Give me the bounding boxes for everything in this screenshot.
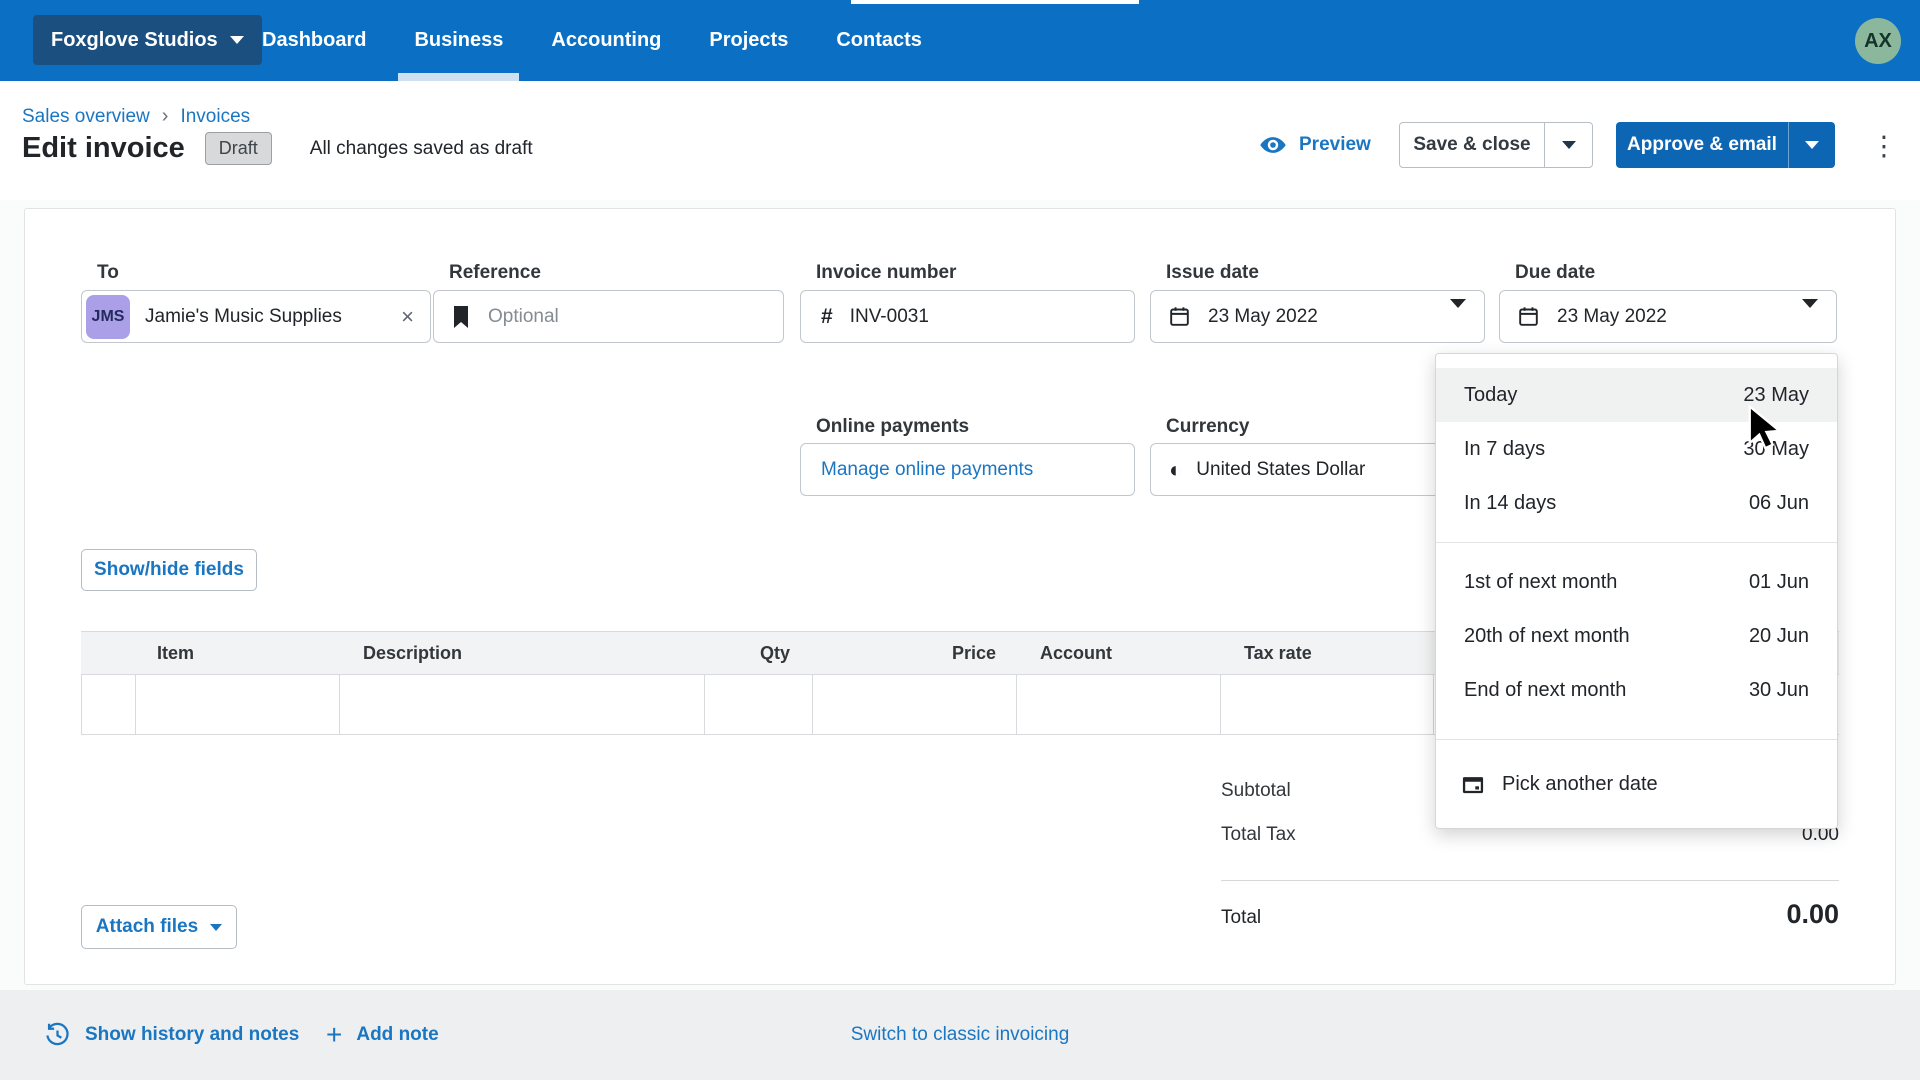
more-options-button[interactable]: ⋮ — [1866, 126, 1902, 166]
eye-icon — [1259, 131, 1287, 159]
remove-contact-button[interactable]: × — [401, 304, 414, 330]
xero-edit-invoice-screen: Foxglove Studios Dashboard Business Acco… — [0, 0, 1920, 1080]
currency-label: Currency — [1166, 416, 1249, 438]
invoice-number-field[interactable]: # INV-0031 — [800, 290, 1135, 343]
issue-date-label: Issue date — [1166, 262, 1259, 284]
mouse-cursor — [1746, 405, 1788, 451]
nav-tabs: Dashboard Business Accounting Projects C… — [262, 0, 922, 81]
chevron-down-icon — [210, 924, 222, 931]
save-close-dropdown-toggle[interactable] — [1544, 123, 1592, 167]
total-value: 0.00 — [1786, 899, 1839, 930]
menu-item-in-14-days[interactable]: In 14 days06 Jun — [1436, 476, 1837, 530]
switch-to-classic-link[interactable]: Switch to classic invoicing — [851, 1024, 1070, 1046]
nav-tab-accounting[interactable]: Accounting — [551, 0, 661, 81]
totals-divider — [1221, 880, 1839, 881]
switch-classic-wrap: Switch to classic invoicing — [0, 990, 1920, 1080]
reference-field[interactable]: Optional — [433, 290, 784, 343]
menu-divider — [1436, 542, 1837, 543]
contact-name: Jamie's Music Supplies — [145, 306, 401, 328]
header-actions: Preview Save & close Approve & email ⋮ — [0, 122, 1920, 168]
account-column-header: Account — [1016, 643, 1220, 664]
nav-tab-dashboard[interactable]: Dashboard — [262, 0, 366, 81]
hash-icon: # — [821, 305, 833, 329]
reference-label: Reference — [449, 262, 541, 284]
chevron-down-icon — [1450, 299, 1466, 325]
org-switcher-button[interactable]: Foxglove Studios — [33, 15, 262, 65]
currency-value: United States Dollar — [1196, 459, 1365, 481]
chevron-down-icon — [230, 36, 244, 44]
due-date-dropdown-toggle[interactable] — [1802, 308, 1818, 326]
top-nav: Foxglove Studios Dashboard Business Acco… — [0, 0, 1920, 81]
nav-tab-projects[interactable]: Projects — [709, 0, 788, 81]
chevron-down-icon — [1562, 141, 1576, 149]
item-cell[interactable] — [136, 675, 340, 734]
approve-email-button[interactable]: Approve & email — [1616, 122, 1788, 168]
subtotal-label: Subtotal — [1221, 780, 1291, 801]
due-date-value: 23 May 2022 — [1557, 306, 1667, 328]
row-drag-handle-cell[interactable] — [82, 675, 136, 734]
calendar-icon — [1518, 306, 1539, 327]
to-field[interactable]: JMS Jamie's Music Supplies × — [81, 290, 431, 343]
save-close-button[interactable]: Save & close — [1400, 123, 1544, 167]
qty-cell[interactable] — [705, 675, 813, 734]
approve-email-dropdown-toggle[interactable] — [1788, 122, 1835, 168]
to-label: To — [97, 262, 119, 284]
approve-email-split-button: Approve & email — [1616, 122, 1835, 168]
menu-item-pick-another-date[interactable]: Pick another date — [1436, 754, 1837, 814]
menu-item-20th-next-month[interactable]: 20th of next month20 Jun — [1436, 609, 1837, 663]
calendar-icon — [1462, 773, 1484, 795]
kebab-icon: ⋮ — [1871, 131, 1898, 162]
online-payments-label: Online payments — [816, 416, 969, 438]
manage-online-payments-link[interactable]: Manage online payments — [821, 459, 1033, 481]
issue-date-value: 23 May 2022 — [1208, 306, 1318, 328]
invoice-number-value: INV-0031 — [850, 306, 929, 328]
menu-divider — [1436, 739, 1837, 740]
due-date-field[interactable]: 23 May 2022 — [1499, 290, 1837, 343]
issue-date-field[interactable]: 23 May 2022 — [1150, 290, 1485, 343]
menu-item-1st-next-month[interactable]: 1st of next month01 Jun — [1436, 555, 1837, 609]
tax-rate-column-header: Tax rate — [1220, 643, 1433, 664]
price-column-header: Price — [812, 643, 1016, 664]
total-label: Total — [1221, 907, 1261, 929]
preview-button[interactable]: Preview — [1259, 122, 1371, 168]
qty-column-header: Qty — [704, 643, 812, 664]
online-payments-box: Manage online payments — [800, 443, 1135, 496]
issue-date-dropdown-toggle[interactable] — [1450, 308, 1466, 326]
contact-initials-chip: JMS — [86, 295, 130, 339]
user-avatar[interactable]: AX — [1855, 18, 1901, 64]
total-tax-label: Total Tax — [1221, 824, 1296, 845]
org-name: Foxglove Studios — [51, 29, 218, 52]
account-cell[interactable] — [1017, 675, 1221, 734]
reference-placeholder: Optional — [488, 306, 559, 328]
nav-tab-business[interactable]: Business — [414, 0, 503, 81]
total-tax-row: Total Tax 0.00 — [1221, 824, 1839, 868]
item-column-header: Item — [135, 643, 339, 664]
footer-bar: Show history and notes + Add note Switch… — [0, 990, 1920, 1080]
due-date-label: Due date — [1515, 262, 1595, 284]
save-close-split-button: Save & close — [1399, 122, 1593, 168]
preview-label: Preview — [1299, 134, 1371, 156]
chevron-down-icon — [1802, 299, 1818, 325]
chevron-down-icon — [1805, 141, 1819, 149]
invoice-number-label: Invoice number — [816, 262, 956, 284]
nav-tab-contacts[interactable]: Contacts — [836, 0, 922, 81]
total-row: Total 0.00 — [1221, 899, 1839, 939]
description-cell[interactable] — [340, 675, 705, 734]
attach-files-button[interactable]: Attach files — [81, 905, 237, 949]
tax-rate-cell[interactable] — [1221, 675, 1434, 734]
bookmark-icon — [452, 306, 470, 328]
browser-artifact-bar — [851, 0, 1139, 4]
currency-icon: ◐ — [1169, 457, 1182, 483]
show-hide-fields-button[interactable]: Show/hide fields — [81, 549, 257, 591]
calendar-icon — [1169, 306, 1190, 327]
price-cell[interactable] — [813, 675, 1017, 734]
description-column-header: Description — [339, 643, 704, 664]
menu-item-end-next-month[interactable]: End of next month30 Jun — [1436, 663, 1837, 717]
